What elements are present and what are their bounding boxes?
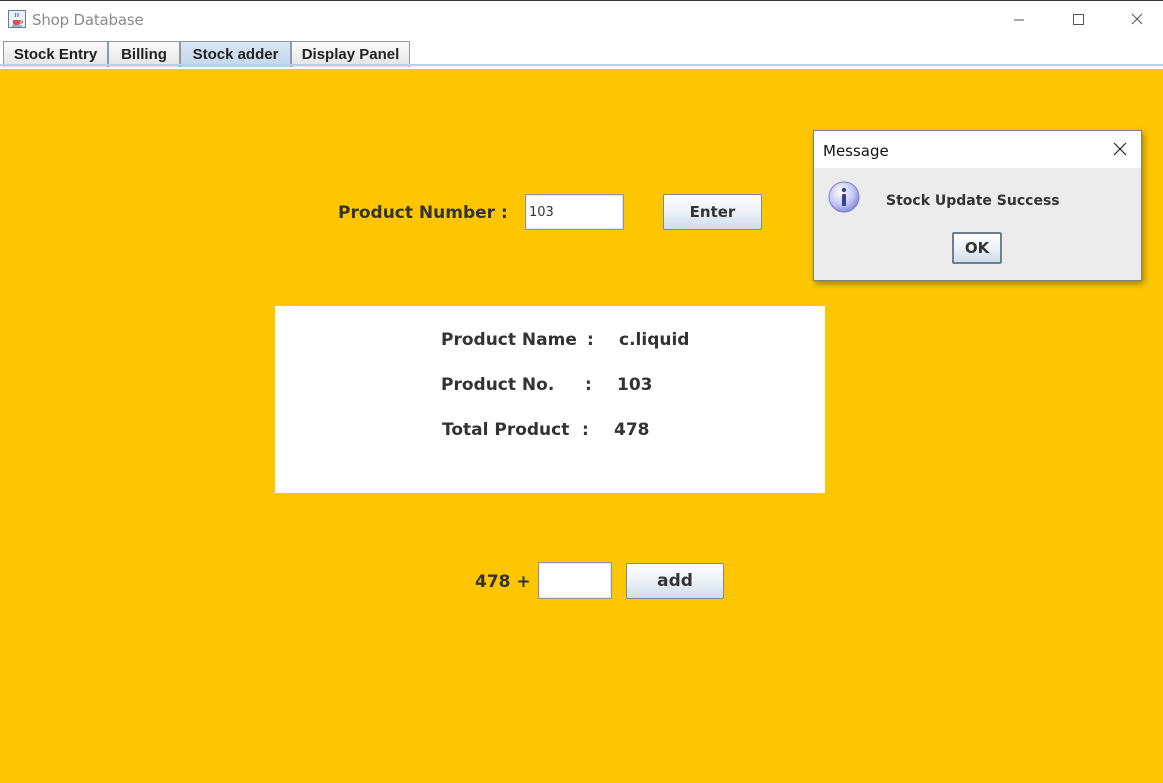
info-icon xyxy=(827,180,861,214)
dialog-message: Stock Update Success xyxy=(886,193,1060,209)
close-icon xyxy=(1113,142,1127,156)
product-name-label: Product Name xyxy=(441,330,577,350)
dialog-title-bar: Message xyxy=(814,131,1141,168)
tab-underline xyxy=(0,64,1163,66)
minimize-icon xyxy=(1014,19,1024,21)
product-number-input[interactable]: 103 xyxy=(525,194,624,230)
total-product-colon: : xyxy=(582,420,589,440)
ok-button[interactable]: OK xyxy=(952,232,1002,264)
maximize-button[interactable] xyxy=(1049,1,1107,39)
message-dialog: Message Stock Update Success OK xyxy=(813,130,1142,281)
java-coffee-icon xyxy=(8,10,26,28)
add-quantity-input[interactable] xyxy=(538,562,612,599)
minimize-button[interactable] xyxy=(990,1,1048,39)
add-button[interactable]: add xyxy=(626,563,724,599)
stock-prefix-label: 478 + xyxy=(475,572,531,592)
product-name-value: c.liquid xyxy=(619,330,690,350)
enter-button[interactable]: Enter xyxy=(663,194,762,230)
product-no-label: Product No. xyxy=(441,375,555,395)
product-no-value: 103 xyxy=(617,375,653,395)
product-details-card: Product Name : c.liquid Product No. : 10… xyxy=(275,306,825,493)
close-button[interactable] xyxy=(1108,1,1163,39)
title-bar: Shop Database xyxy=(0,0,1163,38)
window-title: Shop Database xyxy=(32,11,144,29)
product-number-label: Product Number : xyxy=(338,203,508,223)
dialog-title: Message xyxy=(823,142,889,160)
total-product-value: 478 xyxy=(614,420,650,440)
total-product-label: Total Product xyxy=(442,420,570,440)
product-name-colon: : xyxy=(587,330,594,350)
dialog-close-button[interactable] xyxy=(1106,137,1134,163)
maximize-icon xyxy=(1073,14,1084,25)
close-icon xyxy=(1131,13,1143,25)
product-no-colon: : xyxy=(585,375,592,395)
